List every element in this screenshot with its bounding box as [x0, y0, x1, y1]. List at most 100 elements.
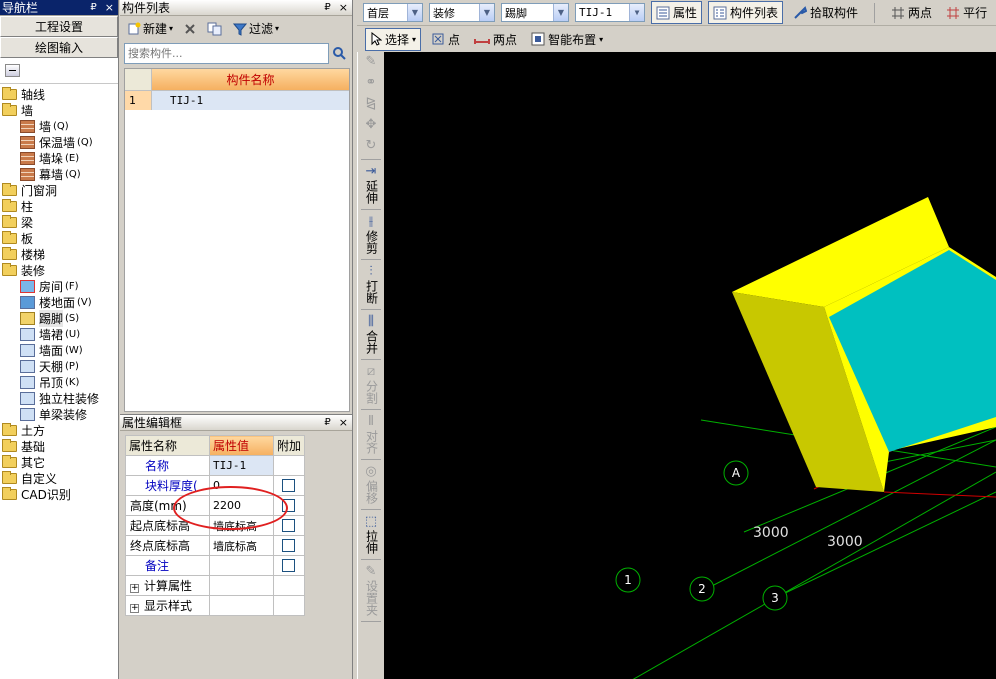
tree-item[interactable]: 独立柱装修 — [0, 390, 118, 406]
pick-component-button[interactable]: 拾取构件 — [789, 2, 862, 23]
tree-item[interactable]: CAD识别 — [0, 486, 118, 502]
select-label: 选择 — [385, 32, 410, 47]
tree-item[interactable]: 楼梯 — [0, 246, 118, 262]
tree-item[interactable]: 墙面 (W) — [0, 342, 118, 358]
tree-item[interactable]: 踢脚 (S) — [0, 309, 118, 327]
category-select[interactable]: 装修 ▼ — [429, 3, 495, 22]
tree-item[interactable]: 梁 — [0, 214, 118, 230]
extra-checkbox[interactable] — [282, 559, 295, 572]
vertical-tool[interactable]: ⬚ 拉伸 — [358, 512, 384, 557]
filter-button[interactable]: 过滤 ▾ — [230, 19, 282, 38]
drawing-input-button[interactable]: 绘图输入 — [0, 37, 118, 58]
drawing-canvas[interactable]: A 1 2 3 3000 3000 — [384, 52, 996, 679]
property-value-height[interactable]: 2200 — [209, 495, 274, 516]
extra-checkbox[interactable] — [282, 519, 295, 532]
select-button[interactable]: 选择 ▾ — [365, 27, 422, 51]
tree-item[interactable]: 自定义 — [0, 470, 118, 486]
tree-item[interactable]: 装修 — [0, 262, 118, 278]
tree-item[interactable]: 房间 (F) — [0, 278, 118, 294]
move-tool[interactable]: ✥ — [358, 115, 384, 136]
close-icon[interactable]: × — [101, 1, 118, 14]
extra-checkbox[interactable] — [282, 479, 295, 492]
toolbar-divider — [361, 209, 381, 210]
property-value-name[interactable]: TIJ-1 — [209, 455, 274, 476]
vertical-tool[interactable]: ⧄ 分割 — [358, 362, 384, 407]
property-group-calc[interactable]: + 计算属性 — [125, 575, 305, 596]
tree-item[interactable]: 门窗洞 — [0, 182, 118, 198]
point-button[interactable]: 点 — [427, 29, 464, 50]
column-header-name[interactable]: 构件名称 — [152, 69, 349, 91]
pin-icon[interactable]: ₽ — [320, 2, 334, 13]
close-icon[interactable]: × — [335, 416, 352, 429]
vertical-tool[interactable]: ⫴ 对齐 — [358, 412, 384, 457]
property-editor-title: 属性编辑框 — [122, 416, 183, 430]
vertical-tool[interactable]: ◎ 偏移 — [358, 462, 384, 507]
project-settings-button[interactable]: 工程设置 — [0, 16, 118, 37]
tree-item[interactable]: 墙垛 (E) — [0, 150, 118, 166]
copy-button[interactable] — [204, 21, 226, 37]
tree-item[interactable]: 基础 — [0, 438, 118, 454]
property-value-remark[interactable] — [209, 555, 274, 576]
mirror-axis-tool[interactable]: ⧎ — [358, 94, 384, 115]
type-select[interactable]: 踢脚 ▼ — [501, 3, 569, 22]
delete-icon — [185, 23, 195, 34]
parallel-button[interactable]: 平行 — [942, 2, 991, 23]
extra-checkbox[interactable] — [282, 539, 295, 552]
property-editor-panel: 属性编辑框 ₽ × 属性名称 属性值 附加 名称 TIJ-1 块料厚度( 0 高… — [120, 414, 353, 679]
floor-select[interactable]: 首层 ▼ — [363, 3, 423, 22]
tree-item[interactable]: 保温墙 (Q) — [0, 134, 118, 150]
tree-item[interactable]: 轴线 — [0, 86, 118, 102]
close-icon[interactable]: × — [335, 1, 352, 14]
axis-line-3 — [778, 491, 996, 597]
tree-item[interactable]: 其它 — [0, 454, 118, 470]
vertical-tool[interactable]: ⫼ 合并 — [358, 312, 384, 357]
mirror-tool[interactable]: ⚭ — [358, 73, 384, 94]
property-value-start-elevation[interactable]: 墙底标高 — [209, 515, 274, 536]
component-list-label: 构件列表 — [730, 6, 779, 20]
property-value-end-elevation[interactable]: 墙底标高 — [209, 535, 274, 556]
component-list-button[interactable]: 构件列表 — [708, 1, 784, 24]
new-button[interactable]: 新建 ▾ — [124, 19, 176, 38]
component-select[interactable]: TIJ-1 ▼ — [575, 3, 645, 22]
expand-icon[interactable]: + — [130, 604, 139, 613]
tree-item[interactable]: 天棚 (P) — [0, 358, 118, 374]
expand-icon[interactable]: + — [130, 584, 139, 593]
vertical-tool[interactable]: ⫲ 修剪 — [358, 212, 384, 257]
search-input[interactable] — [124, 42, 329, 64]
delete-button[interactable] — [180, 21, 200, 37]
search-button[interactable] — [329, 43, 349, 64]
tree-item[interactable]: 吊顶 (K) — [0, 374, 118, 390]
tree-item-label: 柱 — [21, 199, 34, 214]
extra-checkbox[interactable] — [282, 499, 295, 512]
property-button[interactable]: 属性 — [651, 1, 703, 24]
pin-icon[interactable]: ₽ — [320, 417, 334, 428]
tree-item[interactable]: 板 — [0, 230, 118, 246]
tree-item[interactable]: 楼地面 (V) — [0, 294, 118, 310]
table-row[interactable]: 1 TIJ-1 — [125, 91, 349, 110]
rotate-tool[interactable]: ↻ — [358, 136, 384, 157]
smart-layout-button[interactable]: 智能布置 ▾ — [527, 29, 607, 50]
tree-item-label: 墙垛 — [39, 151, 64, 166]
property-value-thickness[interactable]: 0 — [209, 475, 274, 496]
tree-item[interactable]: 幕墙 (Q) — [0, 166, 118, 182]
pin-icon[interactable]: ₽ — [86, 2, 100, 13]
tree-item[interactable]: 墙 — [0, 102, 118, 118]
dimension-text-2: 3000 — [827, 534, 863, 550]
tree-item-label: 墙裙 — [39, 327, 64, 342]
property-group-display[interactable]: + 显示样式 — [125, 595, 305, 616]
tree-item[interactable]: 单梁装修 — [0, 406, 118, 422]
tree-item-shortcut: (Q) — [65, 168, 81, 180]
tree-item[interactable]: 柱 — [0, 198, 118, 214]
vertical-tool[interactable]: ✎ 设置夹 — [358, 562, 384, 619]
tree-item[interactable]: 墙裙 (U) — [0, 326, 118, 342]
vertical-tool[interactable]: ⫶ 打断 — [358, 262, 384, 307]
collapse-all-icon[interactable] — [5, 64, 20, 77]
brush-tool[interactable]: ✎ — [358, 52, 384, 73]
axis-two-point-button[interactable]: 两点 — [887, 2, 936, 23]
tree-item[interactable]: 墙 (Q) — [0, 118, 118, 134]
tree-item[interactable]: 土方 — [0, 422, 118, 438]
two-point-button[interactable]: 两点 — [470, 29, 521, 50]
nav-title-bar: 导航栏 ₽ × — [0, 0, 118, 16]
vertical-tool[interactable]: ⇥ 延伸 — [358, 162, 384, 207]
component-name-cell[interactable]: TIJ-1 — [152, 91, 349, 110]
